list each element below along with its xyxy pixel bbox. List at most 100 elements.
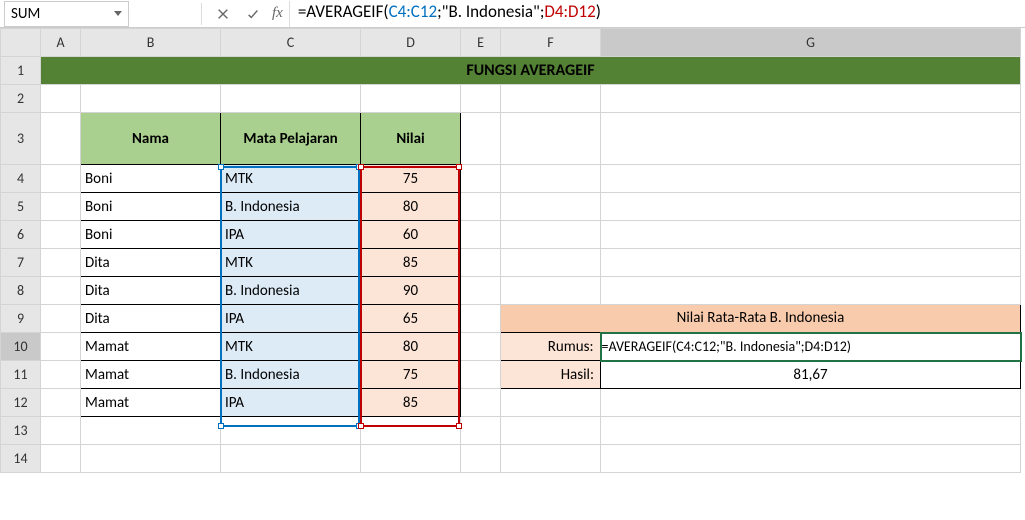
row-header-1[interactable]: 1	[1, 57, 41, 85]
cell[interactable]	[601, 249, 1021, 277]
table-cell[interactable]: IPA	[221, 221, 361, 249]
cell[interactable]	[361, 417, 461, 445]
cell[interactable]	[501, 389, 601, 417]
cell[interactable]	[501, 445, 601, 473]
cell[interactable]	[601, 165, 1021, 193]
cell[interactable]	[41, 249, 81, 277]
table-cell[interactable]: 85	[361, 389, 461, 417]
hasil-value[interactable]: 81,67	[601, 361, 1021, 389]
cell[interactable]	[361, 445, 461, 473]
cell[interactable]	[501, 193, 601, 221]
name-box[interactable]: SUM	[4, 1, 129, 27]
table-header-mapel[interactable]: Mata Pelajaran	[221, 113, 361, 165]
table-header-nilai[interactable]: Nilai	[361, 113, 461, 165]
cell[interactable]	[41, 85, 81, 113]
cell[interactable]	[81, 445, 221, 473]
table-cell[interactable]: 75	[361, 361, 461, 389]
cell[interactable]	[461, 389, 501, 417]
cell[interactable]	[501, 113, 601, 165]
table-cell[interactable]: Mamat	[81, 333, 221, 361]
table-cell[interactable]: Mamat	[81, 361, 221, 389]
select-all-corner[interactable]	[1, 29, 41, 57]
cell[interactable]	[221, 417, 361, 445]
table-cell[interactable]: Boni	[81, 221, 221, 249]
row-header-12[interactable]: 12	[1, 389, 41, 417]
cell[interactable]	[41, 193, 81, 221]
cell[interactable]	[601, 113, 1021, 165]
cell[interactable]	[41, 277, 81, 305]
row-header-13[interactable]: 13	[1, 417, 41, 445]
table-cell[interactable]: Dita	[81, 277, 221, 305]
cell[interactable]	[501, 85, 601, 113]
cell[interactable]	[461, 417, 501, 445]
table-cell[interactable]: B. Indonesia	[221, 193, 361, 221]
cell[interactable]	[41, 113, 81, 165]
col-header-G[interactable]: G	[601, 29, 1021, 57]
formula-input[interactable]: =AVERAGEIF(C4:C12;"B. Indonesia";D4:D12)	[289, 1, 1025, 27]
col-header-C[interactable]: C	[221, 29, 361, 57]
table-cell[interactable]: Dita	[81, 305, 221, 333]
table-cell[interactable]: 60	[361, 221, 461, 249]
col-header-B[interactable]: B	[81, 29, 221, 57]
col-header-E[interactable]: E	[461, 29, 501, 57]
table-cell[interactable]: 80	[361, 193, 461, 221]
cell[interactable]	[41, 305, 81, 333]
row-header-3[interactable]: 3	[1, 113, 41, 165]
cancel-icon[interactable]	[212, 3, 234, 25]
cell[interactable]	[601, 193, 1021, 221]
cell[interactable]	[601, 417, 1021, 445]
cell[interactable]	[501, 277, 601, 305]
cell[interactable]	[461, 165, 501, 193]
row-header-9[interactable]: 9	[1, 305, 41, 333]
cell[interactable]	[501, 165, 601, 193]
cell[interactable]	[221, 85, 361, 113]
table-cell[interactable]: MTK	[221, 249, 361, 277]
table-cell[interactable]: B. Indonesia	[221, 277, 361, 305]
cell[interactable]	[461, 193, 501, 221]
cell[interactable]	[501, 249, 601, 277]
hasil-label[interactable]: Hasil:	[501, 361, 601, 389]
cell[interactable]	[461, 85, 501, 113]
table-cell[interactable]: 75	[361, 165, 461, 193]
table-cell[interactable]: 90	[361, 277, 461, 305]
side-title[interactable]: Nilai Rata-Rata B. Indonesia	[501, 305, 1021, 333]
table-cell[interactable]: Mamat	[81, 389, 221, 417]
cell[interactable]	[461, 249, 501, 277]
row-header-10[interactable]: 10	[1, 333, 41, 361]
cell[interactable]	[601, 85, 1021, 113]
cell[interactable]	[41, 389, 81, 417]
cell[interactable]	[461, 445, 501, 473]
table-cell[interactable]: Boni	[81, 193, 221, 221]
table-cell[interactable]: MTK	[221, 333, 361, 361]
cell[interactable]	[601, 389, 1021, 417]
cell[interactable]	[461, 221, 501, 249]
cell[interactable]	[41, 417, 81, 445]
table-cell[interactable]: Boni	[81, 165, 221, 193]
cell[interactable]	[221, 445, 361, 473]
table-cell[interactable]: Dita	[81, 249, 221, 277]
cell[interactable]	[41, 165, 81, 193]
col-header-F[interactable]: F	[501, 29, 601, 57]
title-cell[interactable]: FUNGSI AVERAGEIF	[41, 57, 1021, 85]
cell[interactable]	[461, 361, 501, 389]
cell[interactable]	[461, 113, 501, 165]
cell[interactable]	[461, 277, 501, 305]
table-cell[interactable]: B. Indonesia	[221, 361, 361, 389]
table-header-nama[interactable]: Nama	[81, 113, 221, 165]
spreadsheet-grid[interactable]: A B C D E F G 1 FUNGSI AVERAGEIF 2 3 Nam…	[0, 28, 1025, 473]
table-cell[interactable]: 80	[361, 333, 461, 361]
cell[interactable]	[501, 221, 601, 249]
name-box-dropdown-icon[interactable]	[114, 11, 122, 16]
cell[interactable]	[501, 417, 601, 445]
rumus-label[interactable]: Rumus:	[501, 333, 601, 361]
table-cell[interactable]: MTK	[221, 165, 361, 193]
row-header-7[interactable]: 7	[1, 249, 41, 277]
row-header-11[interactable]: 11	[1, 361, 41, 389]
table-cell[interactable]: 65	[361, 305, 461, 333]
cell[interactable]	[461, 333, 501, 361]
col-header-A[interactable]: A	[41, 29, 81, 57]
row-header-2[interactable]: 2	[1, 85, 41, 113]
cell[interactable]	[41, 333, 81, 361]
row-header-4[interactable]: 4	[1, 165, 41, 193]
row-header-5[interactable]: 5	[1, 193, 41, 221]
